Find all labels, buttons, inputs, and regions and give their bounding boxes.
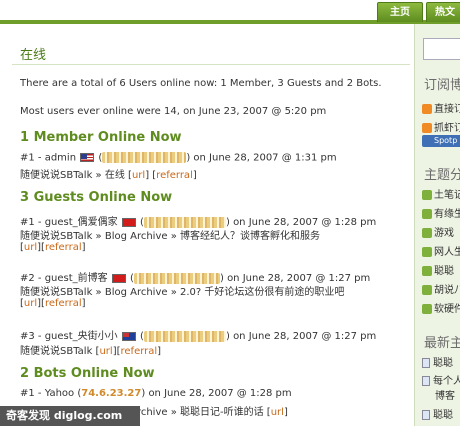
guest-location-text: 随便说说SBTalk [20, 346, 93, 357]
bot-ip[interactable]: 74.6.23.27 [81, 388, 141, 399]
member-location-page: 在线 [104, 170, 125, 181]
recent-item[interactable]: 聪聪 [422, 406, 453, 421]
category-label: 有缘生 [434, 209, 460, 220]
guest-entry-2: #2 - guest_前博客 () on June 28, 2007 @ 1:2… [20, 272, 371, 284]
bots-heading: 2 Bots Online Now [20, 366, 155, 381]
online-record: Most users ever online were 14, on June … [20, 106, 327, 117]
title-divider [12, 64, 410, 65]
recent-label: 聪聪 [433, 358, 453, 369]
category-item[interactable]: 网人生 [422, 243, 460, 258]
guest-links-2: [url][referral] [20, 298, 86, 309]
recent-heading: 最新主 [424, 336, 460, 351]
member-location: 随便说说SBTalk » 在线 [url] [referral] [20, 170, 197, 181]
guest-time: on June 28, 2007 @ 1:27 pm [233, 331, 377, 342]
rss-icon [422, 104, 432, 114]
right-sidebar: 订阅博 直接订 抓虾订 Spotp 主题分 土笔记 有缘生 游戏 网人生 聪聪 … [414, 24, 460, 426]
category-item[interactable]: 游戏 [422, 224, 454, 239]
bot-entry-1: #1 - Yahoo (74.6.23.27) on June 28, 2007… [20, 388, 292, 399]
guest-referral-link[interactable]: referral [45, 242, 82, 253]
nav-tab-hot[interactable]: 热文 [426, 2, 460, 22]
category-label: 聪聪 [434, 266, 454, 277]
category-icon [422, 247, 432, 257]
recent-item[interactable]: 聪聪 [422, 354, 453, 369]
category-item[interactable]: 软硬件 [422, 300, 460, 315]
subscribe-label: 直接订 [434, 104, 460, 115]
member-location-site: 随便说说SBTalk [20, 170, 93, 181]
rss-icon [422, 123, 432, 133]
guest-url-link[interactable]: url [99, 346, 112, 357]
redacted-ip [143, 330, 226, 342]
page-title: 在线 [20, 48, 47, 63]
guest-url-link[interactable]: url [24, 242, 37, 253]
document-icon [422, 376, 430, 386]
category-item[interactable]: 有缘生 [422, 205, 460, 220]
member-entry: #1 - admin () on June 28, 2007 @ 1:31 pm [20, 152, 337, 164]
bot-url-link[interactable]: url [271, 407, 284, 418]
bot-time: on June 28, 2007 @ 1:28 pm [148, 388, 292, 399]
subscribe-item[interactable]: 直接订 [422, 100, 460, 115]
us-flag-icon [80, 153, 95, 162]
guest-location-1: 随便说说SBTalk » Blog Archive » 博客经纪人？谈博客孵化和… [20, 231, 321, 242]
main-content: 在线 There are a total of 6 Users online n… [12, 30, 410, 426]
recent-item-continued[interactable]: 博客 [435, 387, 455, 402]
au-flag-icon [121, 331, 136, 341]
category-item[interactable]: 聪聪 [422, 262, 454, 277]
category-item[interactable]: 胡说八 [422, 281, 460, 296]
guest-url-link[interactable]: url [24, 298, 37, 309]
category-label: 游戏 [434, 228, 454, 239]
document-icon [422, 358, 430, 368]
category-icon [422, 266, 432, 276]
recent-label: 聪聪 [433, 410, 453, 421]
search-input[interactable] [423, 38, 460, 60]
site-watermark: 奇客发现 diglog.com [0, 406, 140, 426]
online-summary: There are a total of 6 Users online now:… [20, 78, 382, 89]
redacted-ip [143, 216, 226, 228]
guest-entry-1: #1 - guest_偶爱偶家 () on June 28, 2007 @ 1:… [20, 216, 377, 228]
category-label: 土笔记 [434, 190, 460, 201]
breadcrumb-separator: » [95, 170, 102, 181]
category-icon [422, 190, 432, 200]
guest-referral-link[interactable]: referral [121, 346, 158, 357]
member-name: #1 - admin [20, 152, 77, 164]
recent-item[interactable]: 每个人 [422, 372, 460, 387]
categories-heading: 主题分 [424, 168, 460, 183]
guest-location-3: 随便说说SBTalk [url][referral] [20, 346, 162, 357]
members-heading: 1 Member Online Now [20, 130, 182, 145]
category-icon [422, 304, 432, 314]
top-navigation-bar: 主页 热文 [0, 0, 460, 24]
cn-flag-icon [121, 217, 136, 227]
guest-location-2: 随便说说SBTalk » Blog Archive » 2.0? 千好论坛这份很… [20, 287, 345, 298]
category-label: 软硬件 [434, 304, 460, 315]
redacted-ip [102, 152, 187, 163]
redacted-ip [133, 272, 220, 284]
guest-name: #3 - guest_央街小小 [20, 331, 118, 342]
member-time: on June 28, 2007 @ 1:31 pm [193, 152, 337, 164]
category-item[interactable]: 土笔记 [422, 186, 460, 201]
category-icon [422, 285, 432, 295]
cn-flag-icon [111, 273, 126, 283]
guest-links-1: [url][referral] [20, 242, 86, 253]
spotplex-badge[interactable]: Spotp [422, 135, 460, 147]
guests-heading: 3 Guests Online Now [20, 190, 173, 205]
subscribe-item[interactable]: 抓虾订 [422, 119, 460, 134]
member-url-link[interactable]: url [132, 170, 145, 181]
category-icon [422, 209, 432, 219]
guest-entry-3: #3 - guest_央街小小 () on June 28, 2007 @ 1:… [20, 330, 377, 342]
document-icon [422, 410, 430, 420]
subscribe-label: 抓虾订 [434, 123, 460, 134]
subscribe-heading: 订阅博 [424, 78, 460, 93]
category-icon [422, 228, 432, 238]
guest-referral-link[interactable]: referral [45, 298, 82, 309]
member-referral-link[interactable]: referral [156, 170, 193, 181]
bot-name: #1 - Yahoo [20, 388, 75, 399]
category-label: 胡说八 [434, 285, 460, 296]
nav-tab-home[interactable]: 主页 [377, 2, 423, 22]
recent-label: 每个人 [433, 376, 460, 387]
category-label: 网人生 [434, 247, 460, 258]
